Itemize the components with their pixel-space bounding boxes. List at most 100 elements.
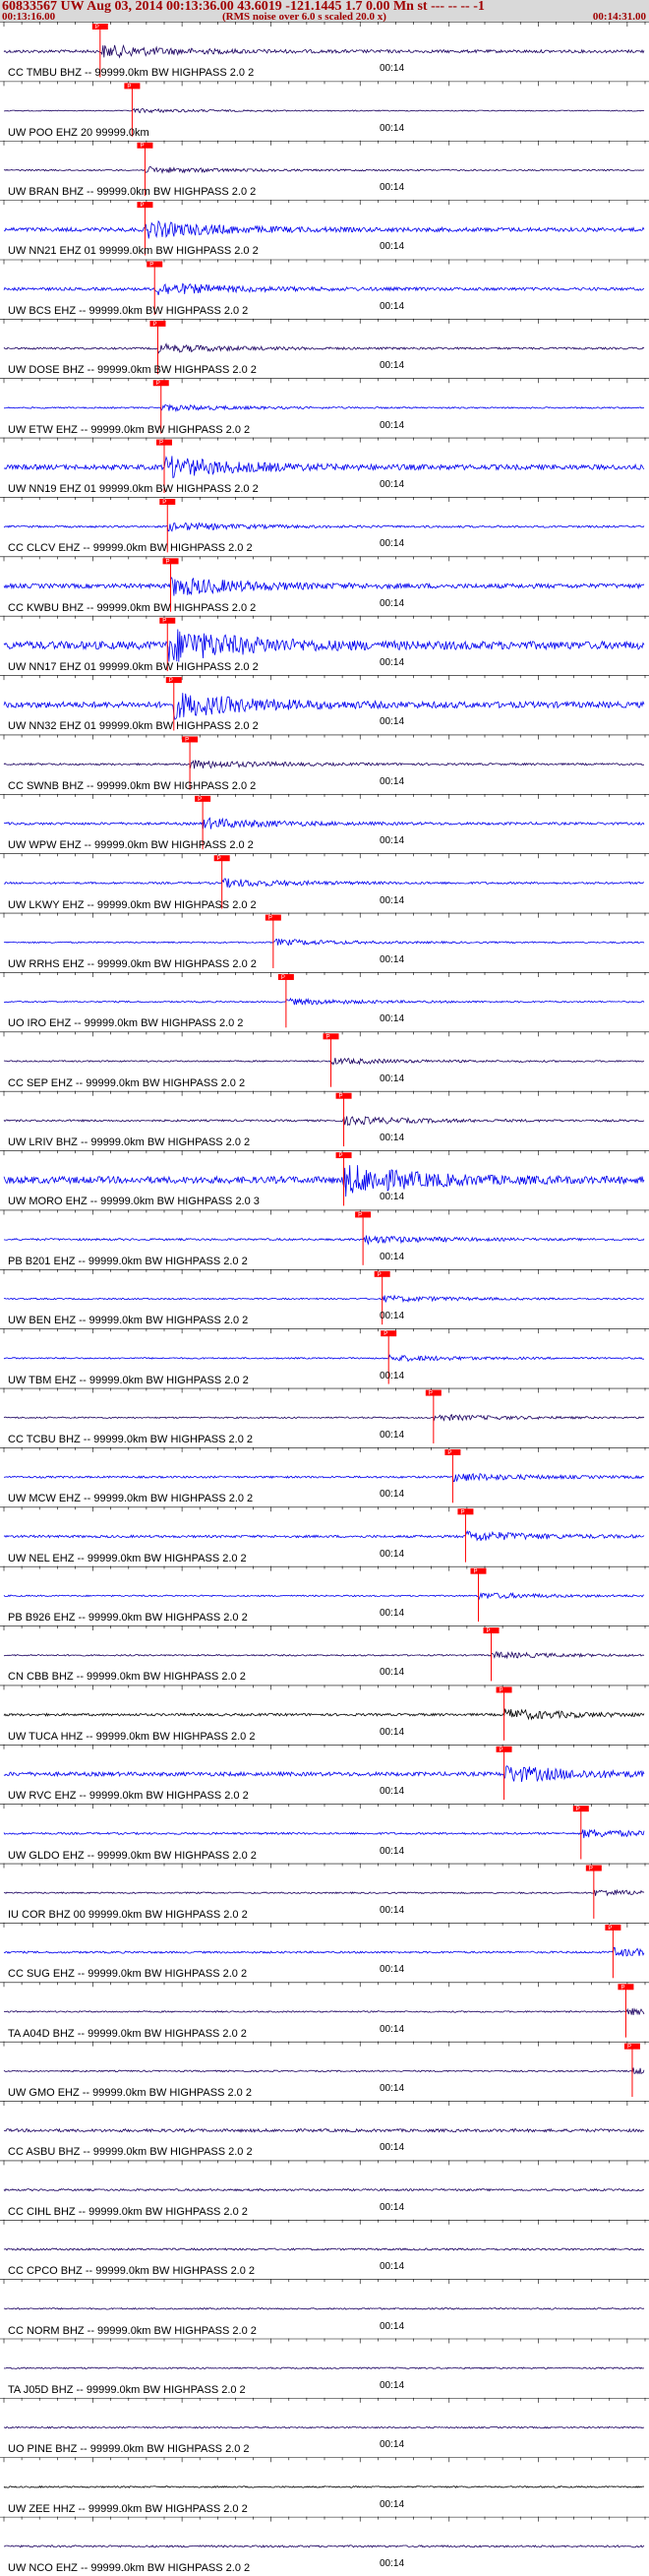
time-tick-label: 00:14	[380, 657, 405, 669]
time-tick-label: 00:14	[380, 1845, 405, 1857]
time-tick-label: 00:14	[380, 1073, 405, 1084]
waveform	[3, 521, 645, 532]
time-tick-label: 00:14	[380, 241, 405, 253]
station-label: CC CPCO BHZ -- 99999.0km BW HIGHPASS 2.0…	[8, 2265, 256, 2278]
pick-tag: P	[487, 1628, 491, 1634]
waveform	[3, 1530, 645, 1542]
waveform	[3, 1116, 645, 1127]
time-tick-label: 00:14	[380, 597, 405, 609]
time-tick-label: 00:14	[380, 775, 405, 787]
waveform	[3, 629, 645, 662]
pick-tag: P	[473, 1569, 477, 1575]
pick-tag: P	[127, 84, 131, 90]
pick-tag: P	[140, 144, 144, 150]
trace-row	[0, 2219, 649, 2251]
pick-tag: P	[378, 1272, 382, 1278]
station-label: UW BRAN BHZ -- 99999.0km BW HIGHPASS 2.0…	[8, 186, 257, 199]
trace-row	[0, 2101, 649, 2133]
station-label: TA J05D BHZ -- 99999.0km BW HIGHPASS 2.0…	[8, 2383, 246, 2396]
time-tick-label: 00:14	[380, 953, 405, 965]
pick-tag: P	[159, 441, 163, 447]
station-label: UW POO EHZ 20 99999.0km	[8, 126, 149, 139]
waveform	[3, 576, 645, 596]
waveform	[3, 817, 645, 829]
trace-row	[0, 2457, 649, 2488]
time-tick-label: 00:14	[380, 419, 405, 431]
pick-tag: P	[166, 559, 170, 565]
pick-tag: P	[500, 1687, 503, 1693]
waveform	[3, 342, 645, 354]
station-label: UW NEL EHZ -- 99999.0km BW HIGHPASS 2.0 …	[8, 1552, 247, 1564]
station-label: CN CBB BHZ -- 99999.0km BW HIGHPASS 2.0 …	[8, 1671, 246, 1684]
time-tick-label: 00:14	[380, 1311, 405, 1322]
station-label: CC KWBU BHZ -- 99999.0km BW HIGHPASS 2.0…	[8, 601, 257, 614]
trace-row	[0, 2279, 649, 2310]
time-tick-label: 00:14	[380, 122, 405, 134]
station-label: UW NN19 EHZ 01 99999.0km BW HIGHPASS 2.0…	[8, 482, 259, 495]
station-label: UW NN21 EHZ 01 99999.0km BW HIGHPASS 2.0…	[8, 245, 259, 258]
station-label: UW TUCA HHZ -- 99999.0km BW HIGHPASS 2.0…	[8, 1730, 256, 1743]
time-tick-label: 00:14	[380, 2439, 405, 2451]
pick-tag: P	[627, 2045, 631, 2051]
pick-tag: P	[217, 856, 221, 862]
waveform	[3, 219, 645, 239]
waveform	[3, 1472, 645, 1483]
waveform	[4, 997, 645, 1006]
waveform	[3, 2306, 645, 2310]
time-tick-label: 00:14	[380, 1904, 405, 1916]
station-label: UW NN32 EHZ 01 99999.0km BW HIGHPASS 2.0…	[8, 720, 259, 733]
time-tick-label: 00:14	[380, 2261, 405, 2273]
station-label: UW ZEE HHZ -- 99999.0km BW HIGHPASS 2.0 …	[8, 2502, 248, 2515]
pick-tag: P	[576, 1807, 580, 1812]
station-label: UO IRO EHZ -- 99999.0km BW HIGHPASS 2.0 …	[8, 1017, 244, 1030]
station-label: CC SUG EHZ -- 99999.0km BW HIGHPASS 2.0 …	[8, 1968, 248, 1981]
waveform	[3, 1946, 645, 1957]
pick-tag: P	[326, 1034, 330, 1040]
pick-tag: P	[460, 1509, 464, 1515]
station-label: UW RVC EHZ -- 99999.0km BW HIGHPASS 2.0 …	[8, 1790, 249, 1803]
waveform	[3, 693, 645, 720]
pick-tag: P	[95, 25, 99, 31]
pick-tag: P	[162, 500, 166, 506]
waveform	[4, 2007, 645, 2016]
station-label: UW DOSE BHZ -- 99999.0km BW HIGHPASS 2.0…	[8, 364, 257, 377]
time-tick-label: 00:14	[380, 1726, 405, 1738]
waveform	[3, 2247, 645, 2251]
pick-tag: P	[149, 262, 153, 268]
station-label: CC SEP EHZ -- 99999.0km BW HIGHPASS 2.0 …	[8, 1076, 246, 1089]
waveform	[3, 1414, 645, 1422]
station-label: UW LKWY EHZ -- 99999.0km BW HIGHPASS 2.0…	[8, 898, 257, 911]
time-tick-label: 00:14	[380, 1489, 405, 1501]
waveform	[3, 1354, 644, 1363]
time-tick-label: 00:14	[380, 1608, 405, 1620]
station-label: UO PINE BHZ -- 99999.0km BW HIGHPASS 2.0…	[8, 2443, 250, 2456]
header-bar: 60833567 UW Aug 03, 2014 00:13:36.00 43.…	[0, 0, 649, 23]
waveform	[3, 1708, 645, 1721]
waveform	[3, 938, 645, 947]
trace-row	[0, 2160, 649, 2192]
time-tick-label: 00:14	[380, 1429, 405, 1441]
station-label: UW LRIV BHZ -- 99999.0km BW HIGHPASS 2.0…	[8, 1136, 251, 1149]
station-label: CC TCBU BHZ -- 99999.0km BW HIGHPASS 2.0…	[8, 1433, 253, 1445]
seismogram-plot: P P P P P P P P P P P P P P P P P P P P P P P P P P P P P P P P P P P	[0, 22, 649, 2548]
pick-tag: P	[169, 678, 173, 684]
time-tick-label: 00:14	[380, 538, 405, 550]
trace-row	[0, 2516, 649, 2548]
waveform	[3, 107, 645, 114]
time-tick-label: 00:14	[380, 1192, 405, 1203]
pick-tag: P	[429, 1391, 433, 1397]
pick-tag: P	[500, 1748, 503, 1753]
trace-row	[0, 2338, 649, 2370]
time-tick-label: 00:14	[380, 1251, 405, 1262]
waveform	[3, 1057, 645, 1066]
pick-tag: P	[152, 322, 156, 328]
pick-tag: P	[358, 1212, 362, 1218]
time-tick-label: 00:14	[380, 1667, 405, 1679]
station-label: CC NORM BHZ -- 99999.0km BW HIGHPASS 2.0…	[8, 2324, 257, 2337]
pick-tag: P	[185, 737, 189, 743]
station-label: UW ETW EHZ -- 99999.0km BW HIGHPASS 2.0 …	[8, 423, 251, 436]
waveform	[3, 1294, 644, 1304]
waveform	[3, 2127, 645, 2133]
pick-tag: P	[447, 1450, 451, 1456]
time-tick-label: 00:14	[380, 2558, 405, 2569]
